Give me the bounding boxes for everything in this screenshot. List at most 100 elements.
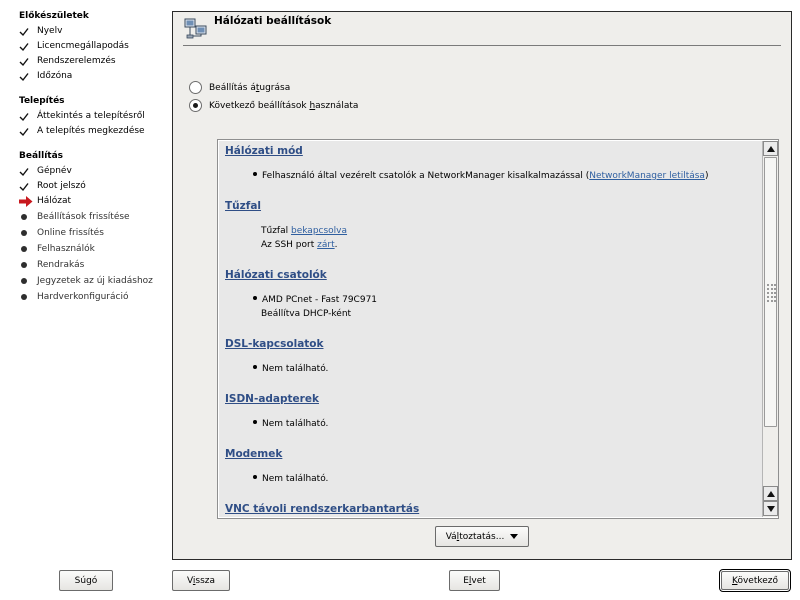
skip-configuration-radio[interactable]: Beállítás átugrása xyxy=(189,81,290,94)
sidebar-item-label: Online frissítés xyxy=(37,227,104,238)
sidebar-item-users: Felhasználók xyxy=(19,241,153,257)
sidebar-item-cleanup: Rendrakás xyxy=(19,257,153,273)
installation-steps-sidebar: Előkészületek Nyelv Licencmegállapodás R… xyxy=(0,0,168,560)
sidebar-heading: Telepítés xyxy=(19,96,65,106)
sidebar-item-label: Root jelszó xyxy=(37,181,86,191)
abort-button[interactable]: Elvet xyxy=(449,570,500,591)
help-button[interactable]: Súgó xyxy=(59,570,113,591)
checkmark-icon xyxy=(19,72,29,81)
radio-label: Következő beállítások használata xyxy=(209,100,359,111)
interface-device-line: AMD PCnet - Fast 79C971 xyxy=(253,295,377,305)
arrow-down-icon xyxy=(766,505,775,512)
arrow-up-icon xyxy=(766,145,775,152)
sidebar-item-label: A telepítés megkezdése xyxy=(37,126,145,136)
next-button[interactable]: Következő xyxy=(719,569,791,592)
grip-icon xyxy=(767,284,776,302)
modems-status-line: Nem található. xyxy=(253,474,328,484)
sidebar-item-root-password: Root jelszó xyxy=(19,179,153,194)
button-label: Súgó xyxy=(74,575,98,586)
use-configuration-radio[interactable]: Következő beállítások használata xyxy=(189,99,358,112)
ssh-port-closed-link[interactable]: zárt xyxy=(317,240,334,250)
sidebar-section-configuration: Beállítás Gépnév Root jelszó Hálózat Beá… xyxy=(19,149,153,305)
isdn-status-line: Nem található. xyxy=(253,419,328,429)
pending-dot-icon xyxy=(21,278,27,284)
vnc-remote-admin-link[interactable]: VNC távoli rendszerkarbantartás xyxy=(225,503,419,515)
sidebar-item-hardware-config: Hardverkonfiguráció xyxy=(19,289,153,305)
sidebar-section-installation: Telepítés Áttekintés a telepítésről A te… xyxy=(19,94,145,139)
bullet-icon xyxy=(253,365,257,369)
isdn-adapters-link[interactable]: ISDN-adapterek xyxy=(225,393,319,405)
pending-dot-icon xyxy=(21,230,27,236)
radio-label: Beállítás átugrása xyxy=(209,82,291,93)
summary-scrollbar[interactable] xyxy=(762,141,778,517)
back-button[interactable]: Vissza xyxy=(172,570,230,591)
page-title: Hálózati beállítások xyxy=(214,15,332,27)
scroll-up-button-secondary[interactable] xyxy=(763,486,778,501)
sidebar-item-hostname: Gépnév xyxy=(19,164,153,179)
sidebar-item-online-update: Online frissítés xyxy=(19,225,153,241)
button-label: Vissza xyxy=(186,575,216,586)
network-summary-box: Hálózati mód Felhasználó által vezérelt … xyxy=(217,139,779,519)
checkmark-icon xyxy=(19,112,29,121)
pending-dot-icon xyxy=(21,262,27,268)
sidebar-item-installation-overview: Áttekintés a telepítésről xyxy=(19,109,145,124)
bullet-icon xyxy=(253,420,257,424)
sidebar-item-label: Hálózat xyxy=(37,196,72,206)
current-step-arrow-icon xyxy=(19,196,33,207)
firewall-link[interactable]: Tűzfal xyxy=(225,200,261,212)
sidebar-item-label: Nyelv xyxy=(37,26,63,36)
network-mode-line: Felhasználó által vezérelt csatolók a Ne… xyxy=(253,171,708,181)
disable-networkmanager-link[interactable]: NetworkManager letiltása xyxy=(589,171,705,181)
sidebar-item-timezone: Időzóna xyxy=(19,69,129,84)
firewall-status-line: Tűzfal bekapcsolva xyxy=(261,226,348,236)
sidebar-item-label: Rendszerelemzés xyxy=(37,56,116,66)
scroll-up-button[interactable] xyxy=(763,141,778,156)
checkmark-icon xyxy=(19,57,29,66)
dsl-status-line: Nem található. xyxy=(253,364,328,374)
pending-dot-icon xyxy=(21,214,27,220)
checkmark-icon xyxy=(19,127,29,136)
sidebar-item-start-installation: A telepítés megkezdése xyxy=(19,124,145,139)
firewall-enabled-link[interactable]: bekapcsolva xyxy=(291,226,347,236)
sidebar-item-label: Áttekintés a telepítésről xyxy=(37,111,145,121)
sidebar-item-network: Hálózat xyxy=(19,194,153,209)
radio-button-checked[interactable] xyxy=(189,99,202,112)
network-mode-link[interactable]: Hálózati mód xyxy=(225,145,303,157)
arrow-up-icon xyxy=(766,490,775,497)
pending-dot-icon xyxy=(21,246,27,252)
sidebar-item-label: Felhasználók xyxy=(37,243,95,254)
sidebar-item-license: Licencmegállapodás xyxy=(19,39,129,54)
button-label: Elvet xyxy=(463,575,486,586)
ssh-port-line: Az SSH port zárt. xyxy=(261,240,338,250)
sidebar-item-label: Licencmegállapodás xyxy=(37,41,129,51)
network-settings-icon xyxy=(184,18,207,39)
bullet-icon xyxy=(253,475,257,479)
checkmark-icon xyxy=(19,42,29,51)
sidebar-heading: Előkészületek xyxy=(19,11,89,21)
sidebar-item-update-settings: Beállítások frissítése xyxy=(19,209,153,225)
sidebar-item-label: Rendrakás xyxy=(37,259,85,270)
bullet-icon xyxy=(253,296,257,300)
sidebar-item-release-notes: Jegyzetek az új kiadáshoz xyxy=(19,273,153,289)
sidebar-heading: Beállítás xyxy=(19,151,64,161)
sidebar-item-label: Jegyzetek az új kiadáshoz xyxy=(37,275,153,286)
panel-header: Hálózati beállítások xyxy=(183,12,781,46)
sidebar-item-label: Időzóna xyxy=(37,71,73,81)
sidebar-item-system-analysis: Rendszerelemzés xyxy=(19,54,129,69)
modems-link[interactable]: Modemek xyxy=(225,448,282,460)
sidebar-item-language: Nyelv xyxy=(19,24,129,39)
network-interfaces-link[interactable]: Hálózati csatolók xyxy=(225,269,327,281)
radio-button-unchecked[interactable] xyxy=(189,81,202,94)
checkmark-icon xyxy=(19,167,29,176)
checkmark-icon xyxy=(19,27,29,36)
change-dropdown-button[interactable]: Változtatás... xyxy=(435,526,529,547)
main-panel: Hálózati beállítások Beállítás átugrása … xyxy=(172,11,792,560)
button-label: Következő xyxy=(731,575,779,586)
button-label: Változtatás... xyxy=(445,531,505,542)
summary-content: Hálózati mód Felhasználó által vezérelt … xyxy=(219,141,762,517)
checkmark-icon xyxy=(19,182,29,191)
scrollbar-thumb[interactable] xyxy=(764,157,777,427)
sidebar-item-label: Gépnév xyxy=(37,166,72,176)
scroll-down-button[interactable] xyxy=(763,501,778,516)
dsl-connections-link[interactable]: DSL-kapcsolatok xyxy=(225,338,324,350)
